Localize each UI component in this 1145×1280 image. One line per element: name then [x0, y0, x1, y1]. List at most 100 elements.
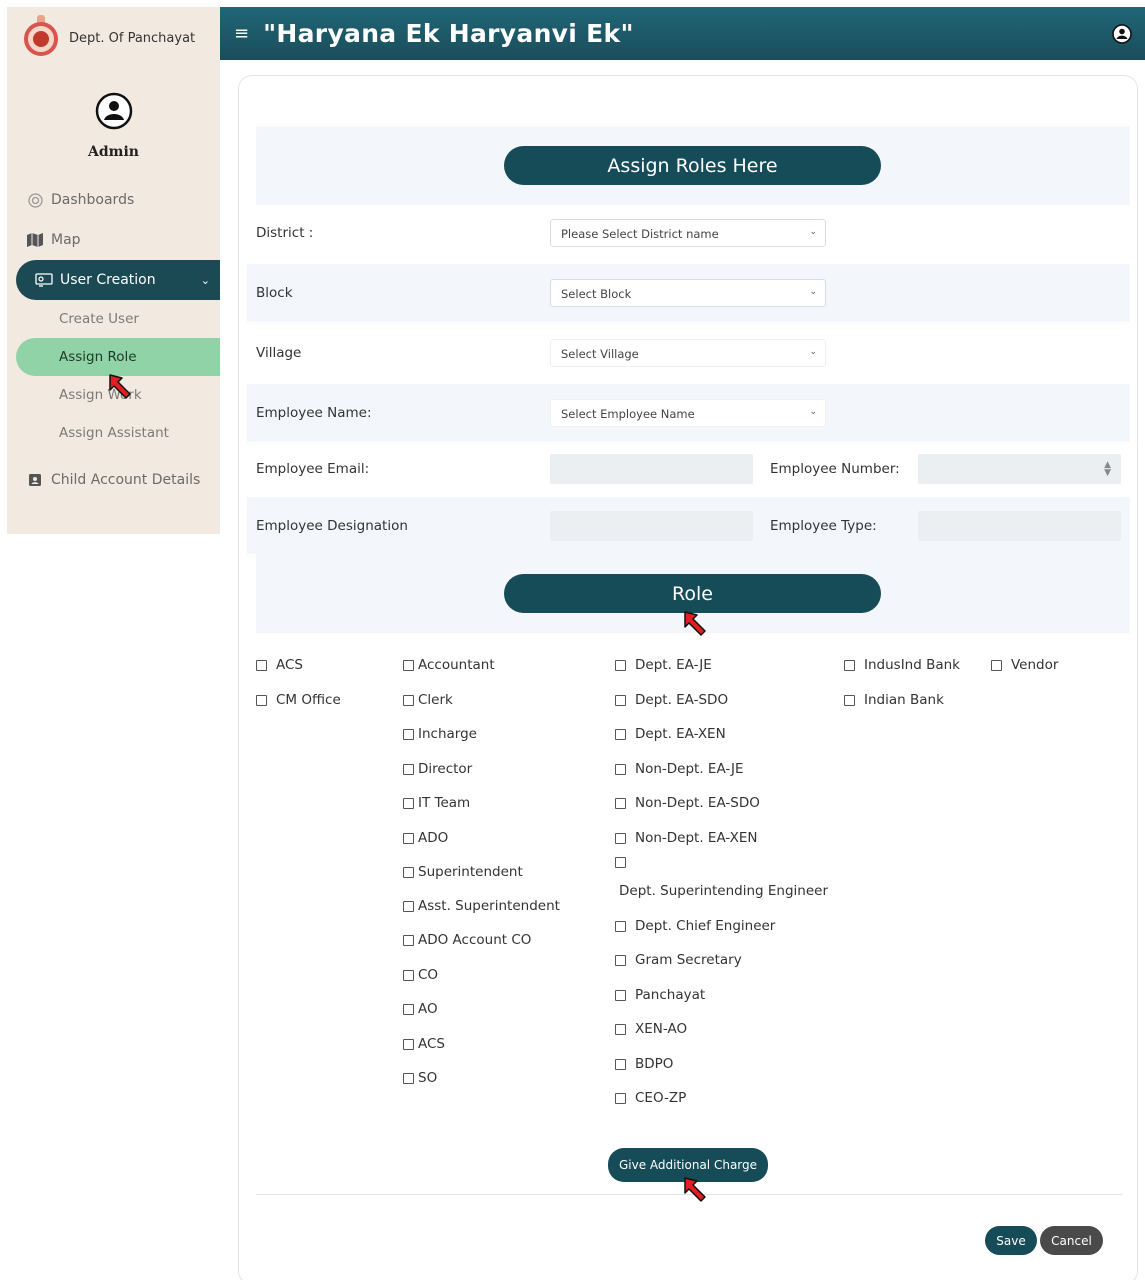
role-checkbox-panchayat[interactable]: Panchayat: [615, 987, 705, 1003]
employee-designation-field[interactable]: [550, 510, 753, 541]
role-checkbox-dept-superintending-engineer[interactable]: [615, 857, 635, 868]
role-checkbox-ado[interactable]: ADO: [403, 830, 448, 846]
role-checkbox-acs[interactable]: ACS: [256, 657, 303, 673]
role-label: Vendor: [1011, 657, 1059, 673]
checkbox[interactable]: [403, 969, 414, 981]
role-checkbox-non-dept-ea-xen[interactable]: Non-Dept. EA-XEN: [615, 830, 757, 846]
checkbox[interactable]: [403, 832, 414, 844]
block-select-value: Select Block: [561, 287, 632, 301]
sidebar-subitem-assign-assistant[interactable]: Assign Assistant: [7, 414, 220, 452]
checkbox[interactable]: [256, 659, 267, 671]
checkbox[interactable]: [615, 832, 626, 844]
role-checkbox-non-dept-ea-sdo[interactable]: Non-Dept. EA-SDO: [615, 795, 760, 811]
role-checkbox-asst-superintendent[interactable]: Asst. Superintendent: [403, 898, 560, 914]
checkbox[interactable]: [615, 694, 626, 706]
sidebar-item-label: Child Account Details: [51, 472, 201, 488]
role-checkbox-cm-office[interactable]: CM Office: [256, 692, 341, 708]
role-checkbox-ceo-zp[interactable]: CEO-ZP: [615, 1090, 686, 1106]
role-label: Non-Dept. EA-XEN: [635, 830, 758, 846]
checkbox[interactable]: [615, 1058, 626, 1070]
checkbox[interactable]: [615, 763, 626, 775]
checkbox[interactable]: [844, 659, 855, 671]
role-label: AO: [418, 1001, 438, 1017]
checkbox[interactable]: [403, 763, 414, 775]
checkbox[interactable]: [615, 1023, 626, 1035]
employee-name-select[interactable]: Select Employee Name ⌄: [550, 399, 826, 427]
role-checkbox-acs-2[interactable]: ACS: [403, 1036, 445, 1052]
checkbox[interactable]: [403, 1072, 414, 1084]
role-checkbox-ado-account-co[interactable]: ADO Account CO: [403, 932, 531, 948]
menu-icon[interactable]: ≡: [234, 23, 249, 44]
checkbox[interactable]: [615, 797, 626, 809]
checkbox[interactable]: [615, 1092, 626, 1104]
id-card-icon: [25, 472, 45, 488]
save-button[interactable]: Save: [985, 1226, 1037, 1255]
checkbox[interactable]: [403, 694, 414, 706]
role-checkbox-it-team[interactable]: IT Team: [403, 795, 470, 811]
role-checkbox-superintendent[interactable]: Superintendent: [403, 864, 523, 880]
district-label: District :: [256, 225, 314, 241]
checkbox[interactable]: [403, 934, 414, 946]
role-checkbox-vendor[interactable]: Vendor: [991, 657, 1058, 673]
checkbox[interactable]: [615, 857, 626, 868]
brand-name: Dept. Of Panchayat: [69, 31, 196, 46]
checkbox[interactable]: [403, 1003, 414, 1015]
role-checkbox-co[interactable]: CO: [403, 967, 438, 983]
user-creation-icon: [34, 272, 54, 288]
role-checkbox-clerk[interactable]: Clerk: [403, 692, 453, 708]
role-checkbox-dept-ea-xen[interactable]: Dept. EA-XEN: [615, 726, 726, 742]
cancel-button[interactable]: Cancel: [1040, 1226, 1103, 1255]
role-checkbox-dept-ea-je[interactable]: Dept. EA-JE: [615, 657, 712, 673]
role-checkbox-accountant[interactable]: Accountant: [403, 657, 495, 673]
map-icon: [25, 232, 45, 248]
checkbox[interactable]: [403, 1038, 414, 1050]
role-checkbox-indian-bank[interactable]: Indian Bank: [844, 692, 944, 708]
role-label: Gram Secretary: [635, 952, 742, 968]
role-checkbox-ao[interactable]: AO: [403, 1001, 438, 1017]
role-label: Panchayat: [635, 987, 706, 1003]
district-select[interactable]: Please Select District name ⌄: [550, 219, 826, 247]
checkbox[interactable]: [615, 954, 626, 966]
sidebar-item-dashboards[interactable]: Dashboards: [7, 180, 220, 220]
checkbox[interactable]: [615, 989, 626, 1001]
checkbox[interactable]: [403, 797, 414, 809]
stepper-icon[interactable]: ▲ ▼: [1104, 461, 1111, 478]
checkbox[interactable]: [403, 659, 414, 671]
role-checkbox-dept-ea-sdo[interactable]: Dept. EA-SDO: [615, 692, 728, 708]
role-checkbox-indusind-bank[interactable]: IndusInd Bank: [844, 657, 960, 673]
brand[interactable]: Dept. Of Panchayat: [7, 7, 220, 70]
checkbox[interactable]: [615, 920, 626, 932]
role-label: Director: [418, 761, 473, 777]
block-label: Block: [256, 285, 293, 301]
role-checkbox-director[interactable]: Director: [403, 761, 472, 777]
checkbox[interactable]: [403, 866, 414, 878]
role-checkbox-incharge[interactable]: Incharge: [403, 726, 477, 742]
employee-type-field[interactable]: [918, 510, 1121, 541]
role-checkbox-dept-chief-engineer[interactable]: Dept. Chief Engineer: [615, 918, 775, 934]
checkbox[interactable]: [256, 694, 267, 706]
role-checkbox-bdpo[interactable]: BDPO: [615, 1056, 673, 1072]
block-select[interactable]: Select Block ⌄: [550, 279, 826, 307]
checkbox[interactable]: [403, 728, 414, 740]
role-checkbox-non-dept-ea-je[interactable]: Non-Dept. EA-JE: [615, 761, 744, 777]
role-label: Superintendent: [418, 864, 523, 880]
checkbox[interactable]: [615, 659, 626, 671]
role-checkbox-so[interactable]: SO: [403, 1070, 437, 1086]
sidebar-item-child-account-details[interactable]: Child Account Details: [7, 460, 220, 500]
role-label: IndusInd Bank: [864, 657, 961, 673]
user-account-icon[interactable]: [1112, 24, 1132, 44]
sidebar-item-user-creation[interactable]: User Creation ⌄: [16, 260, 220, 300]
checkbox[interactable]: [615, 728, 626, 740]
checkbox[interactable]: [991, 659, 1002, 671]
checkbox[interactable]: [844, 694, 855, 706]
checkbox[interactable]: [403, 900, 414, 912]
village-label: Village: [256, 345, 302, 361]
role-checkbox-gram-secretary[interactable]: Gram Secretary: [615, 952, 742, 968]
village-select[interactable]: Select Village ⌄: [550, 339, 826, 367]
employee-email-field[interactable]: [550, 454, 753, 484]
employee-number-field[interactable]: ▲ ▼: [918, 454, 1121, 484]
sidebar-item-map[interactable]: Map: [7, 220, 220, 260]
role-checkbox-xen-ao[interactable]: XEN-AO: [615, 1021, 687, 1037]
sidebar-subitem-assign-role[interactable]: Assign Role: [16, 338, 220, 376]
sidebar-subitem-create-user[interactable]: Create User: [7, 300, 220, 338]
